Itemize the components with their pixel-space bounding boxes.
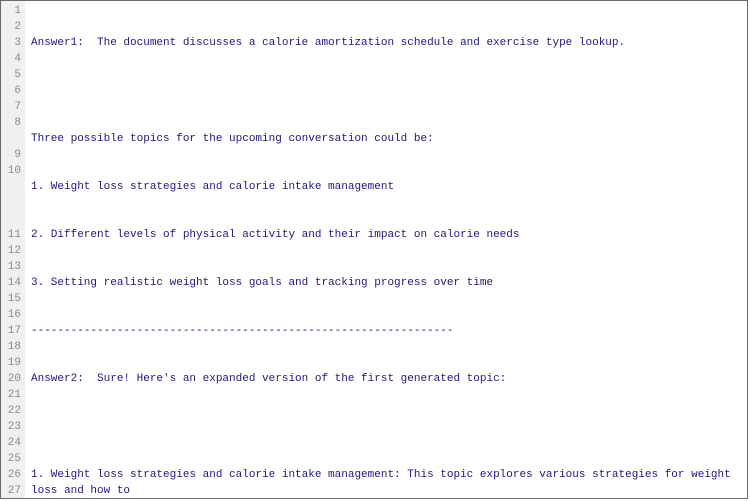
- line-number: 4: [1, 51, 21, 67]
- line-number: 23: [1, 419, 21, 435]
- line-number: 25: [1, 451, 21, 467]
- line-number: 24: [1, 435, 21, 451]
- line-number: 16: [1, 307, 21, 323]
- line-number: [1, 131, 21, 147]
- line-number: 14: [1, 275, 21, 291]
- line-number: [1, 179, 21, 195]
- line-number: 22: [1, 403, 21, 419]
- line-number: 18: [1, 339, 21, 355]
- line-number-gutter: 1 2 3 4 5 6 7 8 9 10 11 12 13 14 15 16 1…: [1, 1, 25, 498]
- code-line[interactable]: Answer1: The document discusses a calori…: [31, 35, 743, 51]
- code-line[interactable]: [31, 419, 743, 435]
- code-line[interactable]: 1. Weight loss strategies and calorie in…: [31, 467, 743, 498]
- code-line[interactable]: 2. Different levels of physical activity…: [31, 227, 743, 243]
- line-number: 3: [1, 35, 21, 51]
- line-number: 12: [1, 243, 21, 259]
- line-number: 27: [1, 483, 21, 499]
- line-number: 5: [1, 67, 21, 83]
- code-line[interactable]: [31, 83, 743, 99]
- line-number: 21: [1, 387, 21, 403]
- line-number: 20: [1, 371, 21, 387]
- line-number: 8: [1, 115, 21, 131]
- line-number: 17: [1, 323, 21, 339]
- line-number: 2: [1, 19, 21, 35]
- text-editor-window: 1 2 3 4 5 6 7 8 9 10 11 12 13 14 15 16 1…: [0, 0, 748, 499]
- code-area[interactable]: Answer1: The document discusses a calori…: [25, 1, 747, 498]
- code-line[interactable]: 3. Setting realistic weight loss goals a…: [31, 275, 743, 291]
- code-line[interactable]: 1. Weight loss strategies and calorie in…: [31, 179, 743, 195]
- line-number: 26: [1, 467, 21, 483]
- line-number: 1: [1, 3, 21, 19]
- line-number: 15: [1, 291, 21, 307]
- line-number: [1, 211, 21, 227]
- line-number: 11: [1, 227, 21, 243]
- line-number: [1, 195, 21, 211]
- code-line[interactable]: Three possible topics for the upcoming c…: [31, 131, 743, 147]
- code-line[interactable]: Answer2: Sure! Here's an expanded versio…: [31, 371, 743, 387]
- line-number: 9: [1, 147, 21, 163]
- line-number: 10: [1, 163, 21, 179]
- line-number: 6: [1, 83, 21, 99]
- code-line[interactable]: ----------------------------------------…: [31, 323, 743, 339]
- line-number: 13: [1, 259, 21, 275]
- line-number: 7: [1, 99, 21, 115]
- line-number: 19: [1, 355, 21, 371]
